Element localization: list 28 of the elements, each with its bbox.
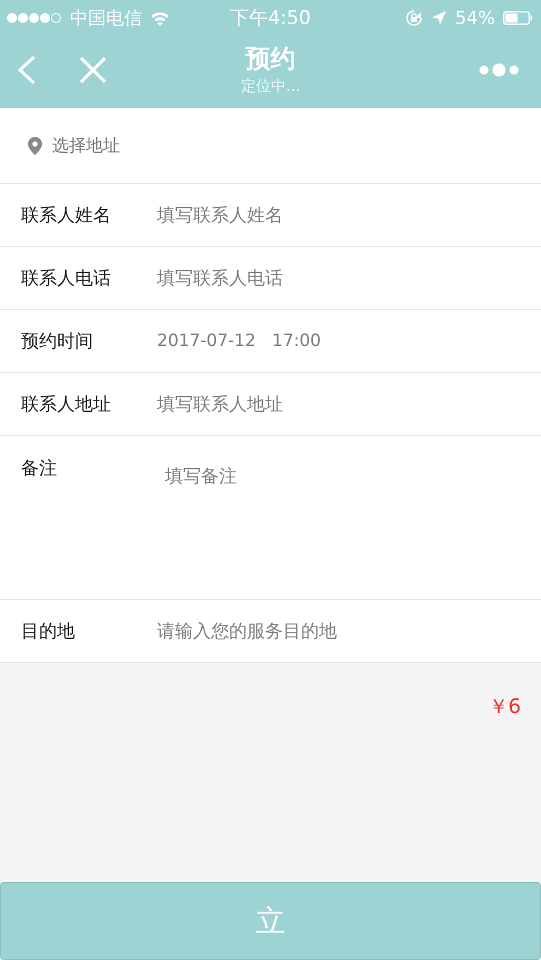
page-title: 预约 [246, 43, 296, 75]
carrier-name: 中国电信 [70, 7, 142, 30]
location-arrow-icon [430, 10, 447, 26]
status-time: 下午4:50 [230, 6, 311, 31]
remark-field[interactable]: 填写备注 [157, 436, 541, 599]
location-status: 定位中... [240, 77, 300, 96]
address-picker[interactable]: 选择地址 [0, 108, 541, 184]
date-time-value[interactable]: 2017-07-12 17:00 [157, 331, 321, 351]
input-field[interactable]: 请输入您的服务目的地 [157, 620, 487, 642]
field-label: 联系人姓名 [20, 204, 112, 227]
input-field[interactable]: 填写联系人电话 [157, 268, 487, 288]
input-field[interactable]: 填写联系人姓名 [157, 204, 487, 226]
field-label: 联系人地址 [20, 393, 112, 416]
signal-icon [6, 12, 62, 24]
price-text: ￥6 [488, 693, 521, 720]
field-label: 目的地 [20, 620, 76, 643]
battery-icon [503, 11, 533, 25]
field-label: 联系人电话 [20, 267, 112, 290]
field-label: 预约时间 [20, 330, 94, 353]
back-button[interactable] [16, 54, 38, 86]
wifi-icon [150, 10, 170, 26]
close-button[interactable] [78, 54, 108, 86]
location-pin-icon [28, 136, 42, 154]
more-button[interactable] [479, 63, 519, 77]
field-label: 备注 [0, 436, 157, 599]
input-field[interactable]: 填写联系人地址 [157, 394, 487, 414]
rotation-lock-icon [404, 9, 423, 27]
battery-percent: 54% [454, 8, 495, 28]
